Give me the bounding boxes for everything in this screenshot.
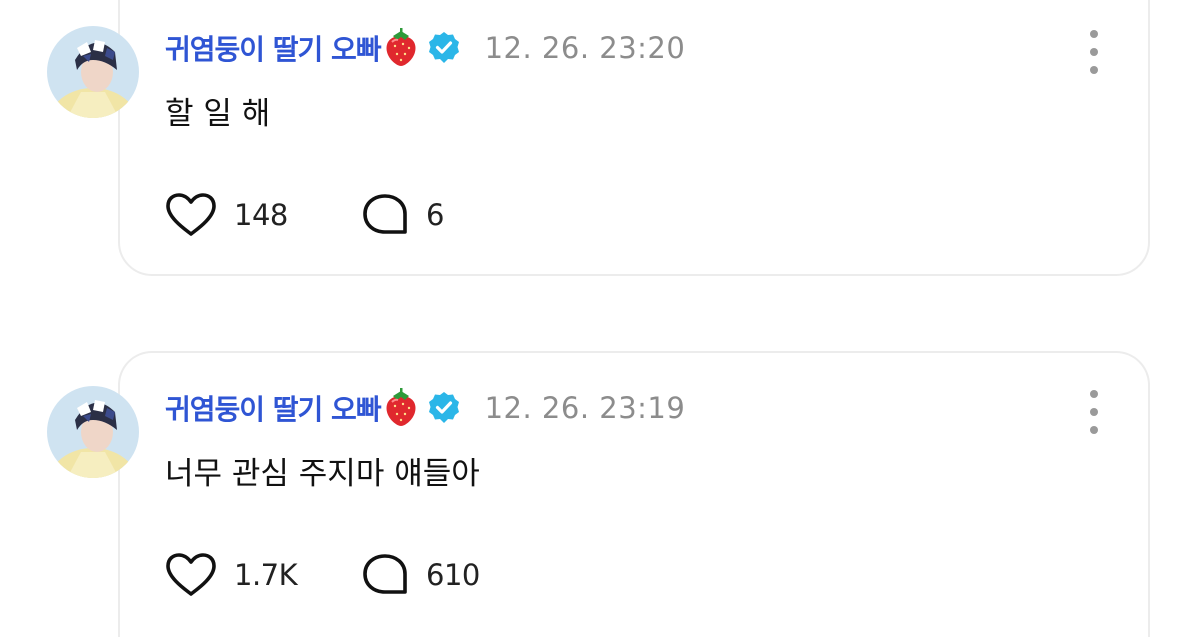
post-text: 너무 관심 주지마 얘들아 bbox=[165, 456, 480, 492]
speech-bubble-icon bbox=[363, 194, 407, 234]
feed: 귀염둥이 딸기 오빠 12. 26. 23:20 할 일 해 148 6 귀염둥… bbox=[0, 0, 1200, 637]
post-actions: 148 6 bbox=[164, 190, 444, 240]
like-button[interactable]: 1.7K bbox=[164, 552, 360, 598]
comment-button[interactable]: 610 bbox=[360, 552, 480, 598]
more-options-icon[interactable] bbox=[1084, 390, 1104, 434]
speech-bubble-icon bbox=[363, 554, 407, 594]
like-count: 1.7K bbox=[234, 558, 298, 592]
heart-outline-icon bbox=[166, 553, 216, 596]
verified-badge-icon bbox=[427, 31, 461, 65]
author-name[interactable]: 귀염둥이 딸기 오빠 bbox=[165, 388, 382, 428]
avatar[interactable] bbox=[47, 26, 139, 118]
heart-outline-icon bbox=[166, 193, 216, 236]
post-timestamp: 12. 26. 23:19 bbox=[484, 391, 686, 425]
post-timestamp: 12. 26. 23:20 bbox=[484, 31, 686, 65]
strawberry-icon bbox=[383, 28, 419, 68]
more-options-icon[interactable] bbox=[1084, 30, 1104, 74]
post-actions: 1.7K 610 bbox=[164, 550, 480, 600]
strawberry-icon bbox=[383, 388, 419, 428]
comment-button[interactable]: 6 bbox=[360, 192, 444, 238]
like-button[interactable]: 148 bbox=[164, 192, 360, 238]
avatar[interactable] bbox=[47, 386, 139, 478]
post-header: 귀염둥이 딸기 오빠 12. 26. 23:19 bbox=[165, 386, 685, 430]
author-name[interactable]: 귀염둥이 딸기 오빠 bbox=[165, 28, 382, 68]
post-text: 할 일 해 bbox=[165, 96, 271, 132]
verified-badge-icon bbox=[427, 391, 461, 425]
comment-count: 610 bbox=[426, 558, 480, 592]
comment-count: 6 bbox=[426, 198, 444, 232]
post-header: 귀염둥이 딸기 오빠 12. 26. 23:20 bbox=[165, 26, 685, 70]
like-count: 148 bbox=[234, 198, 288, 232]
